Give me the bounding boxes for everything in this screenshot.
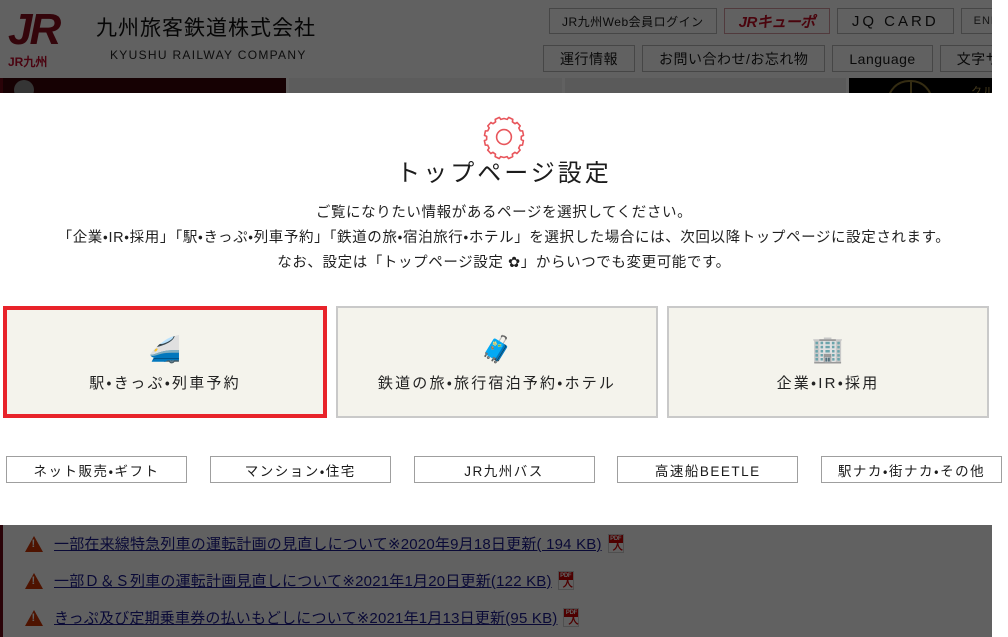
modal-description: ご覧になりたい情報があるページを選択してください。 「企業・IR・採用」「駅・き… — [0, 201, 1008, 276]
card-label: 企業・IR・採用 — [776, 374, 880, 392]
top-page-settings-modal: トップページ設定 ご覧になりたい情報があるページを選択してください。 「企業・I… — [0, 93, 1008, 525]
pdf-icon-glyph: 人 — [568, 616, 579, 627]
pdf-icon: PDF 人 — [557, 571, 574, 590]
card-rail-travel-hotel[interactable]: 🧳 鉄道の旅・旅行宿泊予約・ホテル — [336, 306, 658, 418]
list-item[interactable]: きっぷ及び定期乗車券の払いもどしについて※2021年1月13日更新(95 KB)… — [3, 599, 1008, 636]
sub-button-ekinaka-machinaka-other[interactable]: 駅ナカ・街ナカ・その他 — [821, 456, 1002, 483]
pdf-icon: PDF 人 — [563, 608, 580, 627]
notice-link[interactable]: きっぷ及び定期乗車券の払いもどしについて※2021年1月13日更新(95 KB) — [54, 607, 557, 628]
category-card-group: 🚄 駅・きっぷ・列車予約 🧳 鉄道の旅・旅行宿泊予約・ホテル 🏢 企業・IR・採… — [3, 306, 1005, 418]
language-button[interactable]: Language — [832, 45, 933, 72]
company-name-block: 九州旅客鉄道株式会社 KYUSHU RAILWAY COMPANY — [96, 8, 316, 62]
card-label: 鉄道の旅・旅行宿泊予約・ホテル — [377, 374, 617, 392]
header-utility-row-1: JR九州Web会員ログイン JRキューポ JQ CARD ENHANCED — [549, 8, 1008, 34]
sub-button-condo-housing[interactable]: マンション・住宅 — [209, 456, 391, 483]
notice-link[interactable]: 一部在来線特急列車の運転計画の見直しについて※2020年9月18日更新( 194… — [54, 533, 602, 554]
jr-logo-subtext: JR九州 — [8, 55, 48, 69]
description-line-1: ご覧になりたい情報があるページを選択してください。 — [315, 205, 693, 221]
description-line-3: なお、設定は「トップページ設定 ✿」からいつでも変更可能です。 — [277, 255, 731, 271]
web-member-login-button[interactable]: JR九州Web会員ログイン — [549, 8, 717, 34]
operation-info-button[interactable]: 運行情報 — [543, 45, 635, 72]
description-line-2: 「企業・IR・採用」「駅・きっぷ・列車予約」「鉄道の旅・宿泊旅行・ホテル」を選択… — [57, 230, 951, 246]
company-name-jp: 九州旅客鉄道株式会社 — [96, 17, 316, 40]
jq-card-button[interactable]: JQ CARD — [836, 8, 954, 34]
notice-list: 一部在来線特急列車の運転計画の見直しについて※2020年9月18日更新( 194… — [3, 525, 1008, 637]
card-corporate-ir-recruit[interactable]: 🏢 企業・IR・採用 — [667, 306, 989, 418]
card-label: 駅・きっぷ・列車予約 — [89, 374, 241, 392]
sub-button-jr-kyushu-bus[interactable]: JR九州バス — [413, 456, 595, 483]
warning-icon — [25, 609, 43, 626]
list-item[interactable]: 一部Ｄ＆Ｓ列車の運転計画見直しについて※2021年1月20日更新(122 KB)… — [3, 562, 1008, 599]
secondary-button-group: ネット販売・ギフト マンション・住宅 JR九州バス 高速船BEETLE 駅ナカ・… — [6, 456, 1002, 483]
header-utility-row-2: 運行情報 お問い合わせ/お忘れ物 Language 文字サイズ — [543, 45, 1008, 72]
sub-button-beetle-ferry[interactable]: 高速船BEETLE — [617, 456, 799, 483]
screenshot-root: JR JR九州 九州旅客鉄道株式会社 KYUSHU RAILWAY COMPAN… — [0, 0, 1008, 637]
pdf-icon-glyph: 人 — [562, 579, 573, 590]
jr-logo-mark: JR — [8, 5, 61, 54]
list-item[interactable]: 一部在来線特急列車の運転計画の見直しについて※2020年9月18日更新( 194… — [3, 525, 1008, 562]
luggage-camera-icon: 🧳 — [480, 333, 514, 364]
jr-kyupo-button[interactable]: JRキューポ — [723, 8, 830, 34]
pdf-icon: PDF 人 — [607, 534, 624, 553]
company-name-en: KYUSHU RAILWAY COMPANY — [110, 48, 307, 62]
notice-link[interactable]: 一部Ｄ＆Ｓ列車の運転計画見直しについて※2021年1月20日更新(122 KB) — [54, 570, 552, 591]
jr-kyushu-logo-icon[interactable]: JR JR九州 — [8, 8, 84, 70]
site-logo-block[interactable]: JR JR九州 九州旅客鉄道株式会社 KYUSHU RAILWAY COMPAN… — [8, 8, 316, 70]
warning-icon — [25, 572, 43, 589]
sub-button-online-sales-gift[interactable]: ネット販売・ギフト — [6, 456, 187, 483]
page-title: トップページ設定 — [396, 160, 612, 187]
pdf-icon-glyph: 人 — [612, 542, 623, 553]
bullet-train-icon: 🚄 — [148, 333, 182, 364]
warning-icon — [25, 535, 43, 552]
card-station-ticket-reservation[interactable]: 🚄 駅・きっぷ・列車予約 — [3, 306, 327, 418]
office-building-icon: 🏢 — [811, 333, 845, 364]
contact-lost-found-button[interactable]: お問い合わせ/お忘れ物 — [642, 45, 826, 72]
site-header: JR JR九州 九州旅客鉄道株式会社 KYUSHU RAILWAY COMPAN… — [0, 0, 1008, 78]
